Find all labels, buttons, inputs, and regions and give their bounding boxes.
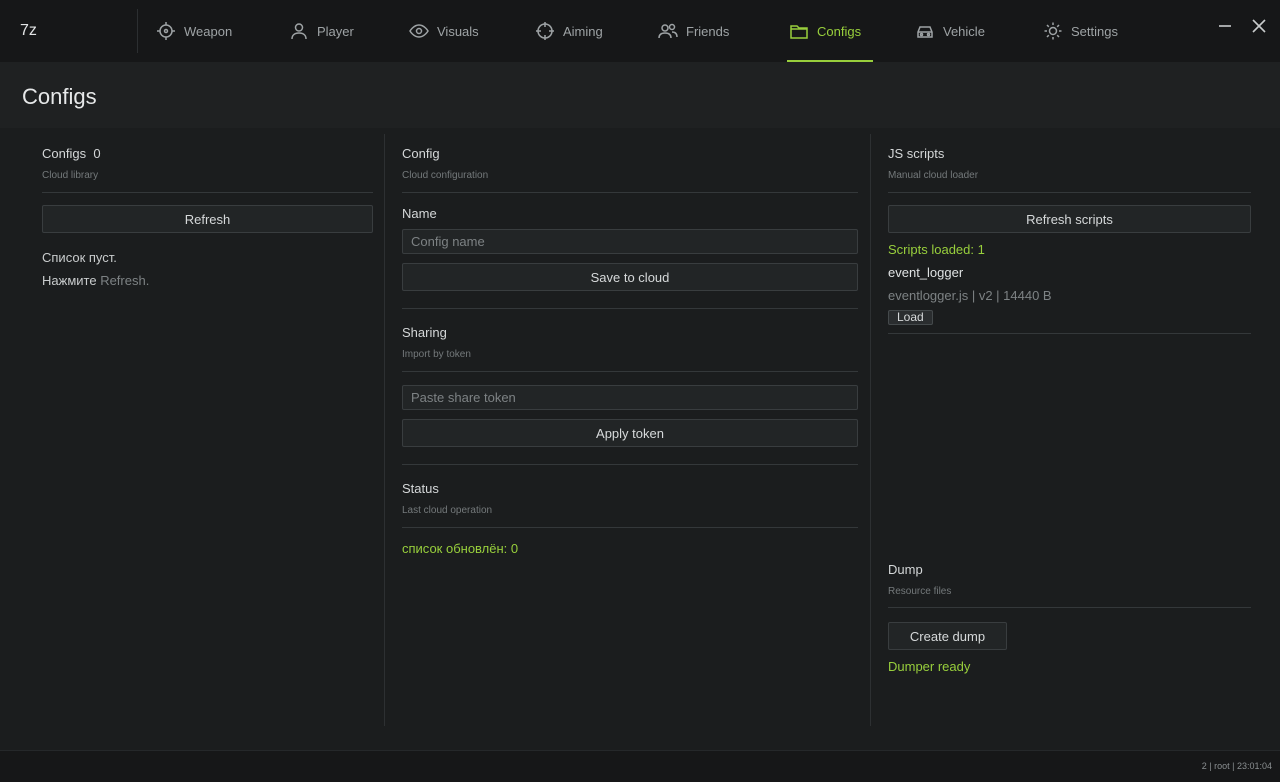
- divider: [42, 192, 373, 193]
- page-header: Configs: [0, 62, 1280, 128]
- js-scripts-panel: JS scripts Manual cloud loader Refresh s…: [888, 128, 1251, 750]
- config-name-input[interactable]: [402, 229, 858, 254]
- divider: [888, 607, 1251, 608]
- target-icon: [536, 22, 554, 40]
- divider: [888, 192, 1251, 193]
- users-icon: [658, 23, 678, 39]
- tab-label: Visuals: [437, 23, 479, 39]
- divider: [402, 308, 858, 309]
- section-title: Status: [402, 481, 439, 496]
- divider: [888, 333, 1251, 334]
- close-icon[interactable]: [1249, 16, 1269, 36]
- apply-token-button[interactable]: Apply token: [402, 419, 858, 447]
- tab-label: Configs: [817, 23, 862, 39]
- refresh-scripts-button[interactable]: Refresh scripts: [888, 205, 1251, 233]
- name-label: Name: [402, 206, 437, 221]
- configs-count: 0: [93, 146, 101, 161]
- tab-settings[interactable]: Settings: [1043, 0, 1118, 62]
- refresh-button[interactable]: Refresh: [42, 205, 373, 233]
- tab-label: Weapon: [184, 23, 233, 39]
- section-subtitle: Resource files: [888, 586, 952, 597]
- section-title: Configs 0: [42, 146, 101, 161]
- hint-text: Нажмите Refresh.: [42, 273, 150, 288]
- section-subtitle: Last cloud operation: [402, 505, 493, 516]
- tab-label: Vehicle: [943, 23, 985, 39]
- crosshair-icon: [157, 22, 175, 40]
- section-title: Dump: [888, 562, 923, 577]
- folder-icon: [790, 25, 808, 39]
- column-divider: [870, 134, 871, 726]
- status-bar: 2 | root | 23:01:04: [0, 750, 1280, 782]
- create-dump-button[interactable]: Create dump: [888, 622, 1007, 650]
- tab-weapon[interactable]: Weapon: [156, 0, 232, 62]
- tab-visuals[interactable]: Visuals: [409, 0, 479, 62]
- minimize-icon[interactable]: [1215, 16, 1235, 36]
- tab-label: Settings: [1071, 23, 1118, 39]
- share-token-input[interactable]: [402, 385, 858, 410]
- divider: [402, 464, 858, 465]
- page-title: Configs: [22, 84, 97, 109]
- column-divider: [384, 134, 385, 726]
- tab-player[interactable]: Player: [289, 0, 354, 62]
- section-subtitle: Cloud library: [42, 170, 99, 181]
- section-title: JS scripts: [888, 146, 945, 161]
- tab-label: Aiming: [563, 23, 603, 39]
- scripts-loaded-text: Scripts loaded: 1: [888, 242, 985, 257]
- tab-label: Friends: [686, 23, 730, 39]
- dump-status-text: Dumper ready: [888, 659, 971, 674]
- section-title: Sharing: [402, 325, 447, 340]
- divider: [402, 371, 858, 372]
- top-nav-bar: 7z Weapon Player Visuals Aiming Friends …: [0, 0, 1280, 62]
- empty-list-text: Список пуст.: [42, 250, 117, 265]
- section-title: Config: [402, 146, 440, 161]
- script-name: event_logger: [888, 265, 964, 280]
- car-icon: [917, 26, 933, 38]
- divider: [402, 192, 858, 193]
- script-meta: eventlogger.js | v2 | 14440 B: [888, 288, 1052, 303]
- gear-icon: [1044, 22, 1062, 40]
- section-subtitle: Cloud configuration: [402, 170, 489, 181]
- tab-label: Player: [317, 23, 354, 39]
- status-message: список обновлён: 0: [402, 541, 519, 556]
- status-bar-text: 2 | root | 23:01:04: [1201, 761, 1272, 771]
- configs-library-panel: Configs 0 Cloud library Refresh Список п…: [42, 128, 373, 750]
- section-subtitle: Import by token: [402, 349, 471, 360]
- section-subtitle: Manual cloud loader: [888, 170, 979, 181]
- save-to-cloud-button[interactable]: Save to cloud: [402, 263, 858, 291]
- app-logo: 7z: [0, 9, 138, 53]
- eye-icon: [409, 24, 429, 38]
- config-panel: Config Cloud configuration Name Save to …: [402, 128, 858, 750]
- tab-aiming[interactable]: Aiming: [535, 0, 603, 62]
- divider: [402, 527, 858, 528]
- tab-friends[interactable]: Friends: [658, 0, 729, 62]
- load-script-button[interactable]: Load: [888, 310, 933, 325]
- tab-vehicle[interactable]: Vehicle: [915, 0, 985, 62]
- tab-configs[interactable]: Configs: [786, 0, 874, 62]
- user-icon: [291, 23, 307, 40]
